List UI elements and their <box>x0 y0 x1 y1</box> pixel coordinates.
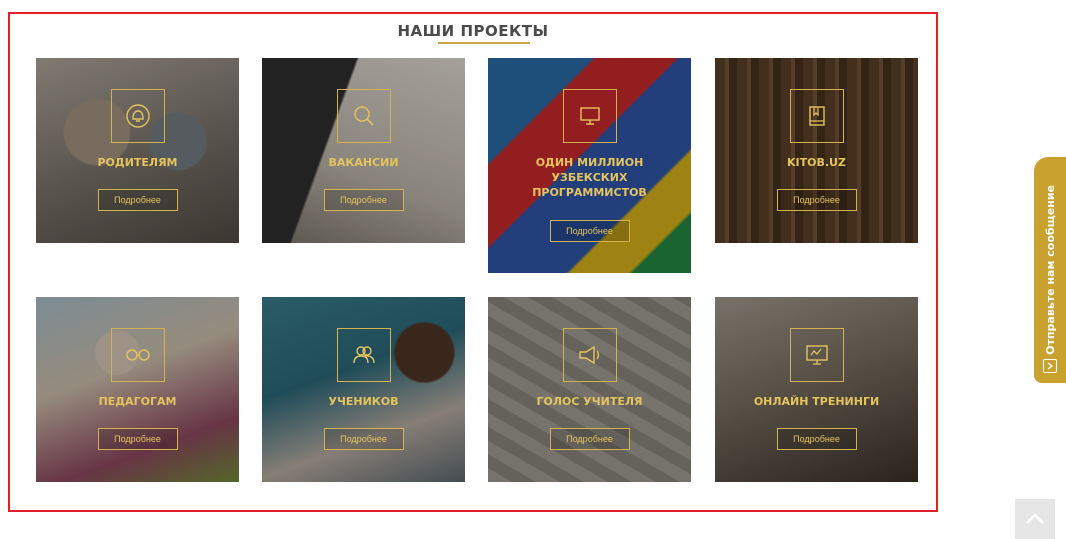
project-card-students[interactable]: УЧЕНИКОВ Подробнее <box>262 297 465 482</box>
card-overlay <box>36 297 239 482</box>
send-message-label: Отправьте нам сообщение <box>1043 185 1057 355</box>
section-title: НАШИ ПРОЕКТЫ <box>397 22 549 40</box>
card-overlay <box>262 58 465 243</box>
card-label: УЧЕНИКОВ <box>328 395 399 408</box>
card-label: ГОЛОС УЧИТЕЛЯ <box>536 395 643 408</box>
details-button[interactable]: Подробнее <box>323 428 404 450</box>
details-button[interactable]: Подробнее <box>97 428 178 450</box>
details-button[interactable]: Подробнее <box>323 189 404 211</box>
card-label: ОДИН МИЛЛИОН УЗБЕКСКИХ ПРОГРАММИСТОВ <box>532 156 647 199</box>
scroll-top-button[interactable] <box>1015 499 1055 539</box>
presentation-board-icon <box>789 328 844 382</box>
card-overlay <box>262 297 465 482</box>
chevron-up-icon <box>1025 513 1045 525</box>
monitor-icon <box>562 89 617 143</box>
details-button[interactable]: Подробнее <box>776 189 857 211</box>
book-icon <box>789 89 844 143</box>
send-message-tab[interactable]: Отправьте нам сообщение <box>1034 157 1066 383</box>
megaphone-icon <box>562 328 617 382</box>
card-label: РОДИТЕЛЯМ <box>97 156 178 169</box>
card-label: ВАКАНСИИ <box>328 156 399 169</box>
users-icon <box>336 328 391 382</box>
card-overlay <box>715 297 918 482</box>
glasses-icon <box>110 328 165 382</box>
details-button[interactable]: Подробнее <box>97 189 178 211</box>
magnifier-icon <box>336 89 391 143</box>
chevron-right-icon <box>1043 359 1057 373</box>
details-button[interactable]: Подробнее <box>549 428 630 450</box>
bell-icon <box>110 89 165 143</box>
project-card-kitob[interactable]: KITOB.UZ Подробнее <box>715 58 918 243</box>
project-card-online-trainings[interactable]: ОНЛАЙН ТРЕНИНГИ Подробнее <box>715 297 918 482</box>
card-label: ОНЛАЙН ТРЕНИНГИ <box>753 395 880 408</box>
project-card-teachers[interactable]: ПЕДАГОГАМ Подробнее <box>36 297 239 482</box>
project-card-teacher-voice[interactable]: ГОЛОС УЧИТЕЛЯ Подробнее <box>488 297 691 482</box>
card-overlay <box>36 58 239 243</box>
card-overlay <box>488 297 691 482</box>
project-card-programmers[interactable]: ОДИН МИЛЛИОН УЗБЕКСКИХ ПРОГРАММИСТОВ Под… <box>488 58 691 273</box>
project-card-parents[interactable]: РОДИТЕЛЯМ Подробнее <box>36 58 239 243</box>
card-overlay <box>715 58 918 243</box>
card-label: ПЕДАГОГАМ <box>98 395 177 408</box>
details-button[interactable]: Подробнее <box>776 428 857 450</box>
card-label: KITOB.UZ <box>787 156 846 169</box>
title-underline <box>438 42 530 44</box>
project-card-vacancies[interactable]: ВАКАНСИИ Подробнее <box>262 58 465 243</box>
details-button[interactable]: Подробнее <box>549 220 630 242</box>
